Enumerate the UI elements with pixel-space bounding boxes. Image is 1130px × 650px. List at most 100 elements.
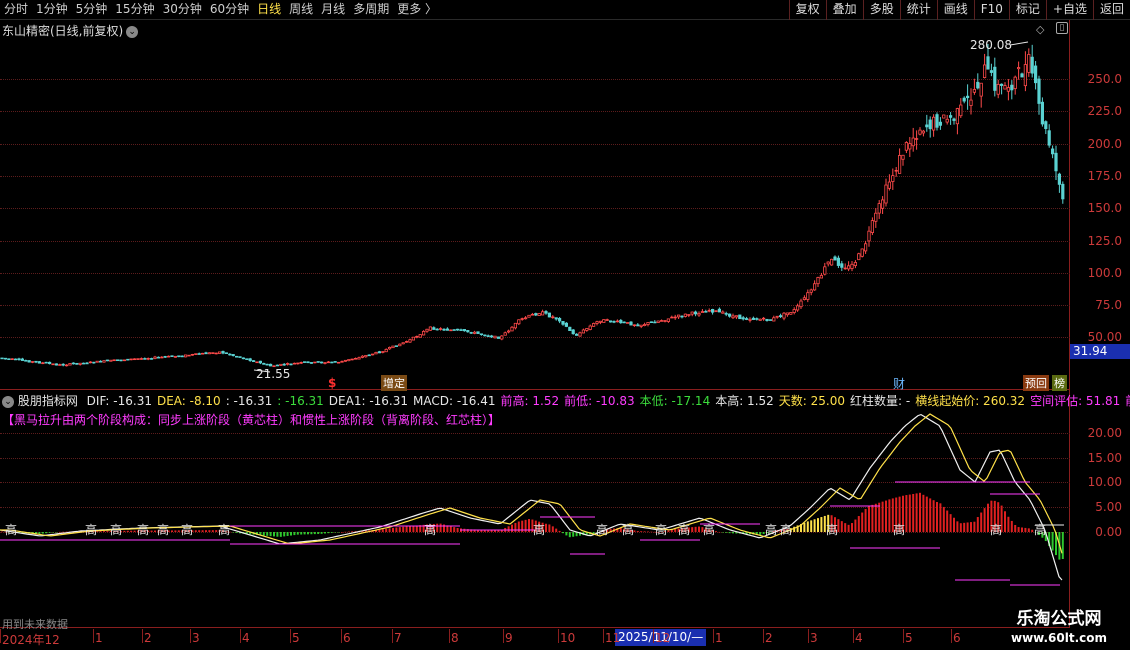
candle-body [336, 361, 341, 364]
candle-body [7, 358, 11, 360]
macd-bar [279, 532, 282, 537]
gao-label: 高 [678, 523, 691, 537]
candle-body [697, 313, 701, 316]
diamond-icon[interactable]: ◇ [1036, 23, 1044, 36]
candle-body [874, 212, 878, 222]
candle-body [265, 363, 269, 366]
tool-button[interactable]: F10 [973, 0, 1009, 20]
period-tab[interactable]: 月线 [317, 0, 349, 20]
candle-body [364, 355, 368, 358]
tool-button[interactable]: 统计 [899, 0, 937, 20]
period-tab[interactable]: 15分钟 [111, 0, 158, 20]
time-separator [653, 629, 654, 643]
candle-body [58, 364, 62, 366]
period-tab[interactable]: 分时 [0, 0, 32, 20]
tool-button[interactable]: 画线 [936, 0, 974, 20]
panel-toggle-icon[interactable]: ▯ [1056, 22, 1068, 34]
macd-bar [232, 532, 235, 533]
candle-body [551, 316, 555, 319]
candle-body [1061, 183, 1065, 200]
indicator-name[interactable]: 股朋指标网 [18, 394, 78, 408]
indicator-panel[interactable]: ⌄ 股朋指标网 DIF: -16.31 DEA: -8.10: -16.31: -… [0, 390, 1130, 631]
indicator-value: DIF: -16.31 [86, 394, 152, 408]
zengding-marker[interactable]: 增定 [381, 375, 407, 391]
candle-body [755, 318, 759, 320]
period-tab[interactable]: 60分钟 [206, 0, 253, 20]
stock-title[interactable]: 东山精密(日线,前复权) ⌄ [2, 22, 139, 39]
candle-body [1027, 54, 1031, 73]
macd-bar [296, 532, 299, 535]
candle-body [207, 352, 211, 355]
macd-bar [174, 530, 177, 532]
macd-bar [851, 523, 853, 532]
candle-body [653, 321, 657, 324]
candle-body [105, 359, 109, 362]
tool-button[interactable]: 复权 [788, 0, 826, 20]
tool-button[interactable]: 标记 [1008, 0, 1046, 20]
candle-body [707, 310, 711, 312]
period-tab[interactable]: 周线 [285, 0, 317, 20]
macd-bar [126, 530, 129, 532]
macd-bar [857, 516, 860, 532]
kline-chart-panel[interactable]: 东山精密(日线,前复权) ⌄ 280.08 21.55 ◇ ▯ $ 增定 财 预回… [0, 20, 1070, 391]
candle-body [945, 118, 949, 123]
macd-bar [62, 531, 65, 533]
candle-body [711, 308, 715, 313]
candle-body [745, 318, 749, 320]
macd-bar [643, 531, 646, 532]
candle-body [313, 361, 317, 364]
price-tick: 175.0 [1087, 168, 1122, 183]
chevron-down-icon[interactable]: ⌄ [126, 25, 139, 38]
candle-body [959, 104, 963, 117]
yuhui-marker[interactable]: 预回 [1023, 375, 1049, 391]
indicator-tick: 15.00 [1087, 450, 1122, 465]
macd-bar [840, 521, 843, 532]
period-tab[interactable]: 5分钟 [72, 0, 112, 20]
macd-bar [572, 532, 575, 537]
dollar-marker[interactable]: $ [328, 376, 336, 390]
period-tab[interactable]: 多周期 [349, 0, 393, 20]
candle-body [374, 351, 378, 355]
candle-body [479, 333, 484, 336]
period-tab[interactable]: 30分钟 [159, 0, 206, 20]
macd-bar [290, 532, 292, 536]
candle-body [248, 358, 252, 362]
macd-bar [932, 500, 935, 532]
candle-body [343, 359, 348, 362]
candle-body [724, 313, 728, 315]
candlestick-chart[interactable] [0, 20, 1070, 390]
time-label: 8 [451, 631, 459, 645]
candle-body [677, 314, 681, 318]
macd-bar [905, 495, 908, 532]
price-axis: 250.0 225.0 200.0 175.0 150.0 125.0 100.0 75.0 5… [1070, 20, 1130, 390]
tool-button[interactable]: +自选 [1045, 0, 1093, 20]
macd-bar [963, 522, 966, 532]
macd-bar [351, 531, 354, 532]
low-price-label: 21.55 [256, 367, 291, 381]
candle-body [163, 356, 167, 358]
macd-bar [45, 532, 48, 534]
bang-marker[interactable]: 榜 [1052, 375, 1067, 391]
tool-button[interactable]: 多股 [862, 0, 900, 20]
chevron-down-icon[interactable]: ⌄ [2, 395, 14, 408]
candle-body [1023, 64, 1027, 87]
time-separator [142, 629, 143, 643]
time-label: 5 [292, 631, 300, 645]
time-label: 5 [905, 631, 913, 645]
candle-body [704, 311, 708, 313]
period-tab[interactable]: 日线 [253, 0, 285, 20]
high-pointer [1009, 41, 1029, 46]
period-tab[interactable]: 1分钟 [32, 0, 72, 20]
candle-body [92, 361, 96, 364]
macd-bar [925, 496, 928, 532]
macd-bar [320, 532, 323, 534]
time-separator [290, 629, 291, 643]
candle-body [183, 354, 188, 358]
period-tab[interactable]: 更多 〉 [393, 0, 441, 20]
candle-body [986, 56, 990, 70]
tool-button[interactable]: 叠加 [825, 0, 863, 20]
candle-body [870, 220, 875, 233]
macd-bar [398, 527, 401, 532]
macd-bar [667, 530, 670, 532]
tool-button[interactable]: 返回 [1092, 0, 1130, 20]
